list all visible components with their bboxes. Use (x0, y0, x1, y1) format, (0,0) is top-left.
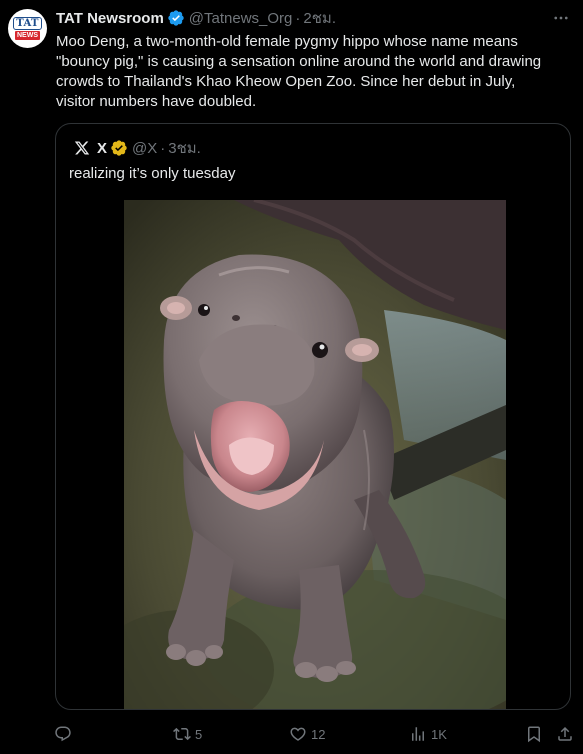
more-horizontal-icon[interactable] (549, 8, 573, 28)
retweet-count: 5 (195, 726, 203, 742)
hippo-photo-illustration (124, 200, 506, 709)
tweet-header: TAT Newsroom @Tatnews_Org · 2ชม. (56, 8, 336, 28)
retweet-icon (173, 727, 191, 741)
gold-verified-badge-icon (110, 139, 128, 157)
retweet-button[interactable]: 5 (173, 722, 202, 746)
separator-dot: · (160, 139, 166, 157)
logo-text-bottom: NEWS (15, 31, 40, 40)
quoted-tweet-text: realizing it’s only tuesday (69, 165, 236, 182)
tweet-action-bar: 5 12 1K (0, 720, 583, 748)
views-count: 1K (431, 726, 447, 742)
quoted-tweet-photo[interactable] (124, 200, 506, 709)
author-name[interactable]: TAT Newsroom (56, 10, 164, 27)
quoted-author-name: X (97, 139, 108, 157)
reply-button[interactable] (54, 722, 72, 746)
tweet-timestamp[interactable]: 2ชม. (303, 6, 336, 30)
heart-icon (290, 727, 306, 741)
reply-icon (55, 726, 71, 742)
bookmark-button[interactable] (525, 722, 543, 746)
tat-news-logo: TAT NEWS (13, 14, 43, 44)
bookmark-icon (528, 726, 540, 743)
share-icon (558, 726, 572, 741)
verified-badge-icon[interactable] (167, 9, 185, 27)
views-button[interactable]: 1K (409, 722, 447, 746)
quoted-tweet[interactable]: X @X · 3ชม. realizing it’s only tuesday (55, 123, 571, 710)
like-button[interactable]: 12 (289, 722, 325, 746)
tweet-text: Moo Deng, a two-month-old female pygmy h… (56, 33, 542, 110)
analytics-icon (412, 727, 424, 741)
separator-dot: · (295, 9, 301, 27)
quoted-tweet-timestamp: 3ชม. (168, 140, 201, 157)
logo-text-top: TAT (13, 17, 42, 30)
share-button[interactable] (556, 722, 574, 746)
quoted-author-handle: @X (132, 139, 158, 157)
avatar[interactable]: TAT NEWS (8, 9, 47, 48)
quoted-tweet-header: X @X · 3ชม. (72, 138, 201, 158)
like-count: 12 (311, 726, 326, 742)
author-handle[interactable]: @Tatnews_Org (189, 10, 293, 27)
x-logo-icon (72, 138, 92, 158)
